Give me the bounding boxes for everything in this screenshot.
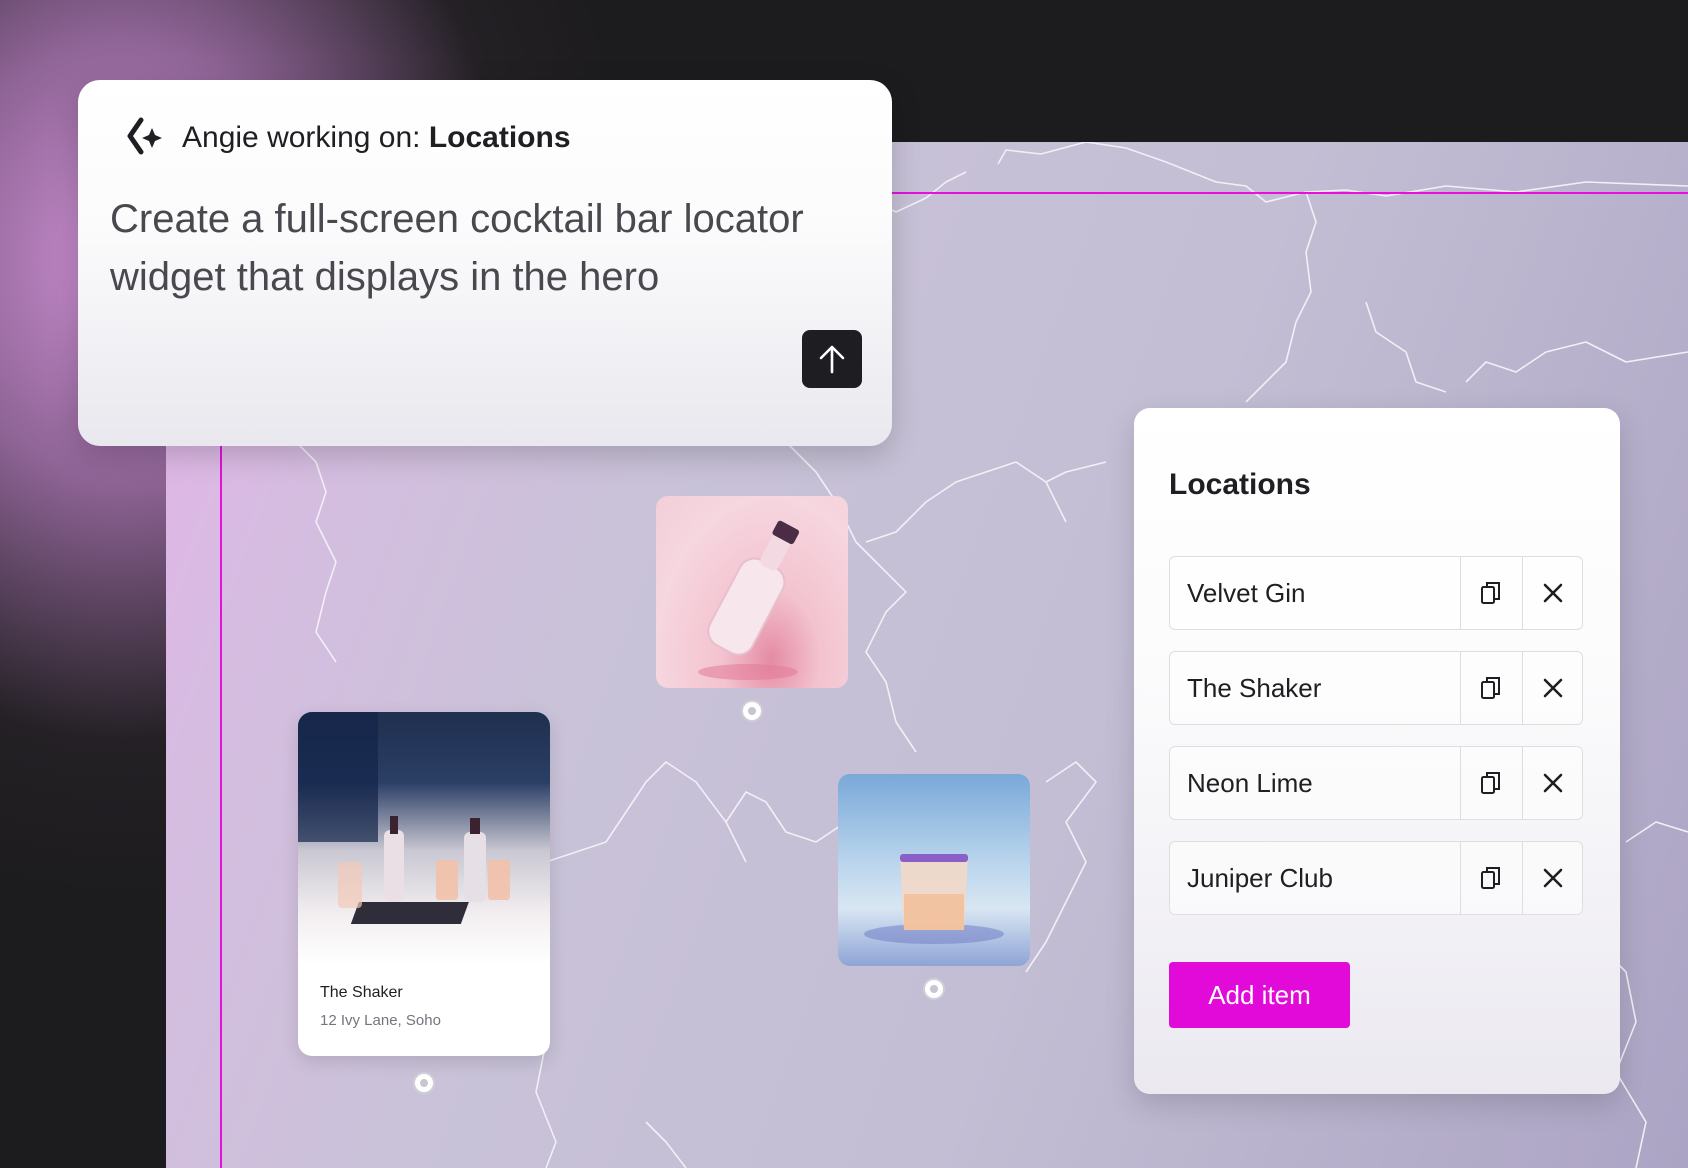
repeater-item[interactable]: The Shaker <box>1169 651 1583 725</box>
map-marker[interactable] <box>741 700 763 722</box>
duplicate-icon <box>1481 677 1500 699</box>
add-item-button[interactable]: Add item <box>1169 962 1350 1028</box>
repeater-item-label: The Shaker <box>1187 673 1322 703</box>
duplicate-icon <box>1481 772 1500 794</box>
close-icon <box>1543 678 1563 698</box>
repeater-item-label: Neon Lime <box>1187 768 1313 798</box>
repeater-item[interactable]: Neon Lime <box>1169 746 1583 820</box>
locations-panel: Locations Velvet Gin The Shaker Neon Lim… <box>1134 408 1620 1094</box>
duplicate-icon <box>1481 582 1500 604</box>
remove-button[interactable] <box>1522 747 1583 819</box>
ai-prompt-card: Angie working on: Locations Create a ful… <box>78 80 892 446</box>
bottle-illustration <box>698 520 800 680</box>
map-marker[interactable] <box>413 1072 435 1094</box>
prompt-header-target: Locations <box>428 121 571 154</box>
location-card[interactable]: The Shaker 12 Ivy Lane, Soho <box>298 712 550 1056</box>
repeater-item-label: Velvet Gin <box>1187 578 1306 608</box>
arrow-up-icon <box>819 345 845 374</box>
bar-photo <box>298 712 550 964</box>
repeater-item[interactable]: Velvet Gin <box>1169 556 1583 630</box>
repeater-item-label: Juniper Club <box>1187 863 1333 893</box>
duplicate-button[interactable] <box>1460 557 1521 629</box>
bottle-photo[interactable] <box>656 496 848 688</box>
repeater-item[interactable]: Juniper Club <box>1169 841 1583 915</box>
remove-button[interactable] <box>1522 652 1583 724</box>
map-marker[interactable] <box>923 978 945 1000</box>
send-button[interactable] <box>802 330 862 388</box>
remove-button[interactable] <box>1522 842 1583 914</box>
close-icon <box>1543 868 1563 888</box>
remove-button[interactable] <box>1522 557 1583 629</box>
close-icon <box>1543 583 1563 603</box>
duplicate-button[interactable] <box>1460 842 1521 914</box>
duplicate-button[interactable] <box>1460 747 1521 819</box>
prompt-header: Angie working on: Locations <box>122 116 571 160</box>
close-icon <box>1543 773 1563 793</box>
duplicate-icon <box>1481 867 1500 889</box>
duplicate-button[interactable] <box>1460 652 1521 724</box>
location-card-title: The Shaker <box>320 984 403 1001</box>
prompt-header-label: Angie working on: <box>182 121 421 154</box>
prompt-input-text[interactable]: Create a full-screen cocktail bar locato… <box>110 190 870 306</box>
glass-illustration <box>864 854 1004 944</box>
panel-title: Locations <box>1169 468 1311 501</box>
glass-photo[interactable] <box>838 774 1030 966</box>
sparkle-icon <box>127 117 162 155</box>
bar-illustration <box>298 712 510 924</box>
location-card-address: 12 Ivy Lane, Soho <box>320 1012 441 1029</box>
